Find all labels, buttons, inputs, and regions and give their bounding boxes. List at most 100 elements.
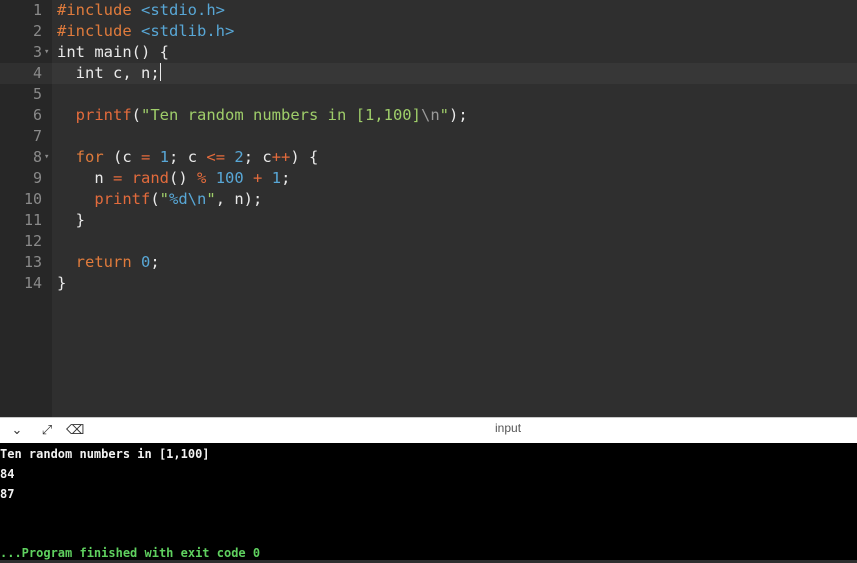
expand-arrows-icon[interactable]: ⤢ (38, 422, 56, 440)
code-token: 2 (234, 148, 244, 166)
line-number: 1 (32, 1, 42, 19)
code-line[interactable]: 6 printf("Ten random numbers in [1,100]\… (0, 105, 857, 126)
fold-toggle-icon[interactable]: ▾ (44, 42, 52, 63)
code-line[interactable]: 11 } (0, 210, 857, 231)
console-line: Ten random numbers in [1,100] (0, 447, 210, 461)
code-token: printf (94, 190, 151, 208)
code-token: 0 (141, 253, 151, 271)
code-token: } (57, 274, 67, 292)
code-token: 1 (271, 169, 282, 187)
chevron-down-icon[interactable]: ⌄ (8, 422, 26, 440)
code-token: ++ (271, 148, 291, 166)
code-token: % (197, 169, 207, 187)
code-token: #include (57, 22, 141, 40)
code-line[interactable]: 12 (0, 231, 857, 252)
output-console[interactable]: Ten random numbers in [1,100] 84 87 ...P… (0, 443, 857, 560)
code-line[interactable]: 4 int c, n; (0, 63, 857, 84)
code-token: <stdio.h> (141, 1, 225, 19)
line-number: 7 (32, 127, 42, 145)
line-number: 13 (23, 253, 42, 271)
code-line[interactable]: 7 (0, 126, 857, 147)
code-token: ; (281, 169, 291, 187)
line-number: 3 (32, 43, 42, 61)
line-number: 9 (32, 169, 42, 187)
code-line[interactable]: 10 printf("%d\n", n); (0, 189, 857, 210)
line-number: 6 (32, 106, 42, 124)
code-token: n (57, 169, 113, 187)
code-token: = (113, 169, 123, 187)
code-token: ( (150, 190, 160, 208)
code-token: %d\n (169, 190, 207, 208)
code-token: ( (131, 106, 142, 124)
console-line: 87 (0, 487, 15, 501)
exit-status: ...Program finished with exit code 0 (0, 546, 261, 560)
line-number: 5 (32, 85, 42, 103)
code-line[interactable]: 8 ▾ for (c = 1; c <= 2; c++) { (0, 147, 857, 168)
code-text[interactable]: printf("Ten random numbers in [1,100]\n"… (57, 105, 468, 126)
code-token: (c (103, 148, 141, 166)
code-token: "Ten random numbers in [1,100] (141, 106, 421, 124)
code-token: int c, n; (57, 64, 160, 82)
line-number: 2 (32, 22, 42, 40)
line-number: 10 (23, 190, 42, 208)
code-token: rand (131, 169, 170, 187)
code-token: 100 (215, 169, 244, 187)
code-token: " (206, 190, 216, 208)
code-token: = (141, 148, 151, 166)
fold-toggle-icon[interactable]: ▾ (44, 147, 52, 168)
code-line[interactable]: 1 #include <stdio.h> (0, 0, 857, 21)
code-token: <= (206, 148, 226, 166)
code-token: ; c (169, 148, 207, 166)
code-token: " (439, 106, 449, 124)
console-line: 84 (0, 467, 15, 481)
code-line[interactable]: 14} (0, 273, 857, 294)
code-token: 1 (159, 148, 170, 166)
line-number: 11 (23, 211, 42, 229)
code-text[interactable]: } (57, 210, 85, 231)
code-text[interactable]: n = rand() % 100 + 1; (57, 168, 290, 189)
code-token: + (253, 169, 263, 187)
code-token: <stdlib.h> (141, 22, 235, 40)
code-text[interactable]: printf("%d\n", n); (57, 189, 262, 210)
code-token: printf (75, 106, 132, 124)
code-editor[interactable]: 1 #include <stdio.h> 2 #include <stdlib.h> 3… (0, 0, 857, 417)
code-line[interactable]: 9 n = rand() % 100 + 1; (0, 168, 857, 189)
code-text[interactable]: int c, n; (57, 63, 161, 84)
code-token: for (75, 148, 104, 166)
code-token: int main() { (57, 43, 169, 61)
code-text[interactable]: return 0; (57, 252, 160, 273)
line-number: 4 (32, 64, 42, 82)
line-number: 8 (32, 148, 42, 166)
code-token: () (169, 169, 198, 187)
code-text[interactable]: int main() { (57, 42, 169, 63)
line-number: 12 (23, 232, 42, 250)
code-line[interactable]: 13 return 0; (0, 252, 857, 273)
code-token: return (75, 253, 132, 271)
console-toolbar: ⌄ ⤢ ⌫ input (0, 417, 857, 444)
code-text[interactable]: #include <stdio.h> (57, 0, 225, 21)
code-line[interactable]: 2 #include <stdlib.h> (0, 21, 857, 42)
code-text[interactable]: } (57, 273, 66, 294)
code-text[interactable]: #include <stdlib.h> (57, 21, 234, 42)
code-token: " (159, 190, 170, 208)
code-token: ; c (243, 148, 272, 166)
input-label: input (495, 421, 522, 435)
clear-console-icon[interactable]: ⌫ (66, 422, 84, 440)
line-number: 14 (23, 274, 42, 292)
code-line[interactable]: 3 ▾ int main() { (0, 42, 857, 63)
code-token: } (57, 211, 85, 229)
code-line[interactable]: 5 (0, 84, 857, 105)
code-token: ); (449, 106, 468, 124)
code-text[interactable]: for (c = 1; c <= 2; c++) { (57, 147, 319, 168)
code-token: \n (420, 106, 440, 124)
